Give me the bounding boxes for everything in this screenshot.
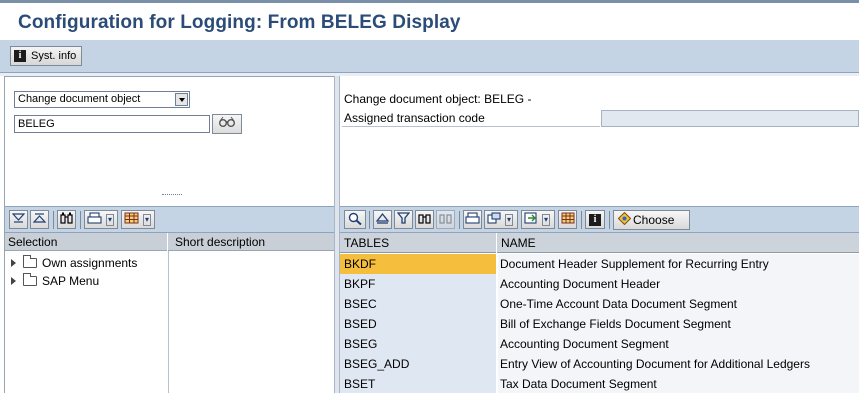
title-bar: Configuration for Logging: From BELEG Di…: [0, 0, 859, 40]
table-row[interactable]: BSEG Accounting Document Segment: [340, 334, 859, 354]
grid-icon: [561, 212, 575, 227]
printer-icon: [87, 212, 102, 227]
object-type-select-value: Change document object: [18, 93, 141, 105]
table-row[interactable]: BKPF Accounting Document Header: [340, 274, 859, 294]
chevron-down-icon: ▾: [106, 213, 115, 226]
tree-toolbar: ▾ ▾: [5, 206, 334, 233]
print-menu-button[interactable]: ▾: [84, 210, 118, 229]
table-cell-key[interactable]: BSEG: [340, 334, 497, 354]
display-object-button[interactable]: [212, 114, 242, 134]
choose-button[interactable]: Choose: [613, 210, 690, 230]
label-underline: [342, 126, 600, 127]
chevron-down-icon: ▾: [143, 213, 152, 226]
tree-node-sap-menu[interactable]: SAP Menu: [11, 273, 99, 289]
info-icon: i: [589, 213, 601, 226]
table-row[interactable]: BKDF Document Header Supplement for Recu…: [340, 254, 859, 274]
table-cell-name[interactable]: Bill of Exchange Fields Document Segment: [498, 314, 859, 334]
syst-info-button[interactable]: i Syst. info: [10, 46, 83, 66]
folder-icon: [23, 255, 37, 268]
collapse-icon: [32, 212, 47, 227]
application-toolbar: i Syst. info: [0, 40, 859, 73]
column-divider: [168, 251, 169, 393]
grid-toolbar: ▾ ▾ i Choose: [340, 206, 859, 233]
find-button[interactable]: [57, 210, 76, 229]
export-icon: [524, 212, 539, 227]
object-type-select[interactable]: Change document object: [14, 91, 190, 108]
binoculars-next-icon: [439, 212, 452, 227]
table-cell-name[interactable]: Document Header Supplement for Recurring…: [498, 254, 859, 274]
info-icon: i: [14, 50, 26, 62]
folder-icon: [23, 273, 37, 286]
table-cell-name[interactable]: Accounting Document Header: [498, 274, 859, 294]
expand-all-button[interactable]: [9, 210, 28, 229]
sort-ascending-button[interactable]: [373, 210, 392, 229]
chevron-down-icon: ▾: [505, 213, 514, 226]
details-button[interactable]: [344, 210, 366, 229]
column-header-tables[interactable]: TABLES: [340, 233, 497, 253]
print-button[interactable]: [463, 210, 482, 229]
assigned-transaction-label: Assigned transaction code: [344, 111, 485, 125]
tree-header: Selection Short description: [5, 233, 334, 251]
filter-button[interactable]: [394, 210, 413, 229]
tree-node-own-assignments[interactable]: Own assignments: [11, 255, 137, 271]
tables-grid: TABLES NAME BKDF Document Header Supplem…: [340, 233, 859, 393]
views-menu-button[interactable]: ▾: [484, 210, 518, 229]
choose-icon: [617, 211, 632, 228]
table-cell-key[interactable]: BSET: [340, 374, 497, 393]
table-cell-key[interactable]: BSED: [340, 314, 497, 334]
table-cell-name[interactable]: Accounting Document Segment: [498, 334, 859, 354]
toolbar-separator: [581, 211, 582, 229]
magnifier-icon: [348, 212, 362, 228]
chevron-down-icon: ▾: [542, 213, 551, 226]
table-row[interactable]: BSEG_ADD Entry View of Accounting Docume…: [340, 354, 859, 374]
tree-node-label: SAP Menu: [42, 274, 100, 288]
sort-ascending-icon: [375, 212, 390, 227]
assigned-transaction-field: [601, 110, 859, 127]
info-button[interactable]: i: [585, 210, 605, 229]
layout-button[interactable]: [558, 210, 577, 229]
column-header-selection[interactable]: Selection: [5, 233, 168, 251]
expand-icon: [11, 212, 26, 227]
column-header-short-description[interactable]: Short description: [173, 233, 334, 251]
layout-menu-button[interactable]: ▾: [121, 210, 155, 229]
table-cell-key[interactable]: BKDF: [340, 254, 497, 274]
page-title: Configuration for Logging: From BELEG Di…: [18, 12, 461, 33]
expand-node-icon[interactable]: [11, 259, 16, 267]
splitter-handle[interactable]: [162, 194, 182, 196]
find-next-button[interactable]: [436, 210, 455, 229]
toolbar-separator: [459, 211, 460, 229]
change-object-input[interactable]: BELEG: [14, 115, 210, 133]
column-header-name[interactable]: NAME: [498, 233, 859, 253]
grid-icon: [124, 212, 139, 227]
table-cell-key[interactable]: BSEC: [340, 294, 497, 314]
table-cell-name[interactable]: Entry View of Accounting Document for Ad…: [498, 354, 859, 374]
expand-node-icon[interactable]: [11, 277, 16, 285]
toolbar-separator: [369, 211, 370, 229]
toolbar-separator: [53, 211, 54, 229]
table-row[interactable]: BSET Tax Data Document Segment: [340, 374, 859, 393]
change-doc-object-text: Change document object: BELEG -: [344, 92, 532, 106]
table-cell-key[interactable]: BSEG_ADD: [340, 354, 497, 374]
table-cell-key[interactable]: BKPF: [340, 274, 497, 294]
tree-node-label: Own assignments: [42, 256, 138, 270]
dropdown-arrow-icon[interactable]: [175, 93, 188, 106]
printer-icon: [465, 212, 480, 227]
glasses-icon: [218, 116, 236, 131]
export-menu-button[interactable]: ▾: [521, 210, 555, 229]
table-row[interactable]: BSED Bill of Exchange Fields Document Se…: [340, 314, 859, 334]
table-row[interactable]: BSEC One-Time Account Data Document Segm…: [340, 294, 859, 314]
table-cell-name[interactable]: One-Time Account Data Document Segment: [498, 294, 859, 314]
filter-icon: [396, 212, 411, 227]
find-button[interactable]: [415, 210, 434, 229]
toolbar-separator: [80, 211, 81, 229]
choose-label: Choose: [633, 213, 675, 227]
views-icon: [487, 212, 502, 227]
toolbar-separator: [609, 211, 610, 229]
syst-info-label: Syst. info: [31, 50, 77, 62]
grid-header: TABLES NAME: [340, 233, 859, 253]
collapse-all-button[interactable]: [30, 210, 49, 229]
binoculars-icon: [418, 212, 431, 227]
binoculars-icon: [60, 212, 73, 227]
table-cell-name[interactable]: Tax Data Document Segment: [498, 374, 859, 393]
